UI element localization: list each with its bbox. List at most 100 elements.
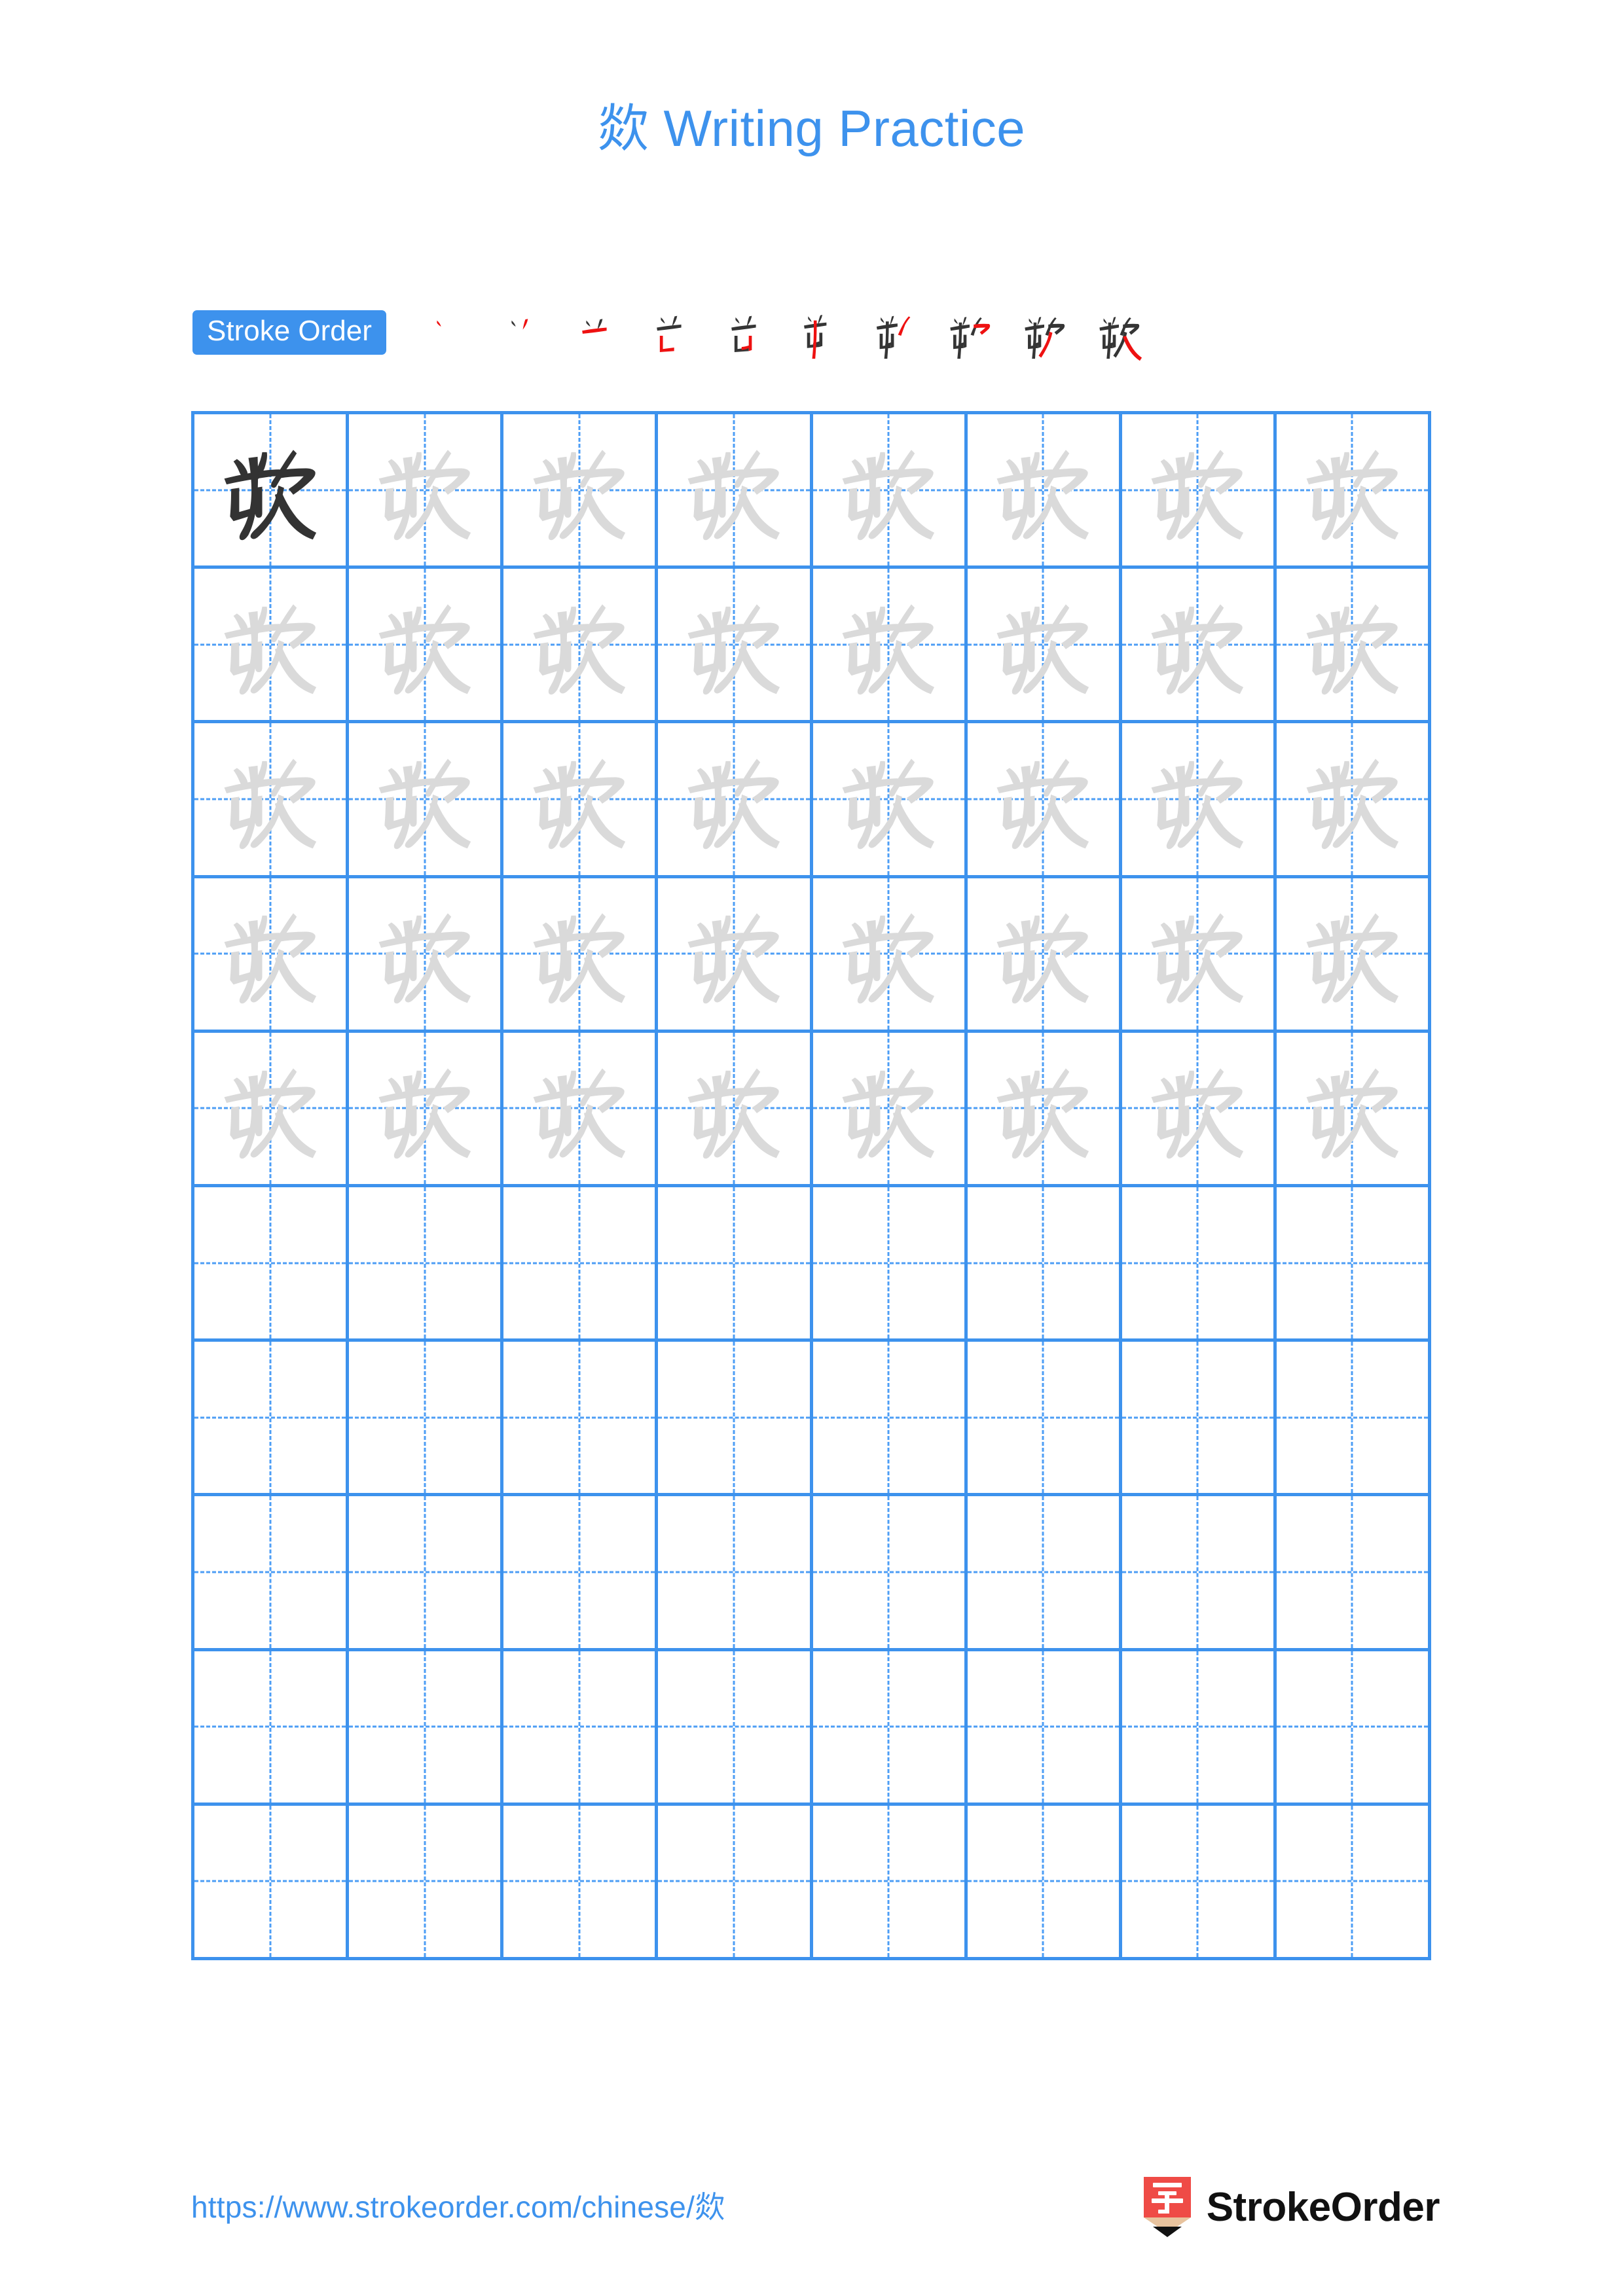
grid-cell-empty[interactable] [968, 1187, 1122, 1339]
grid-cell-trace[interactable] [658, 414, 813, 566]
grid-cell-empty[interactable] [349, 1342, 504, 1494]
character-trace [658, 569, 809, 720]
grid-cell-empty[interactable] [968, 1496, 1122, 1648]
grid-cell-empty[interactable] [503, 1651, 659, 1803]
grid-cell-empty[interactable] [968, 1342, 1122, 1494]
grid-cell-trace[interactable] [658, 878, 813, 1030]
grid-cell-trace[interactable] [1122, 723, 1277, 875]
stroke-step-8 [932, 302, 1007, 363]
brand-logo[interactable]: StrokeOrder [1142, 2172, 1440, 2244]
grid-cell-empty[interactable] [1277, 1187, 1431, 1339]
grid-cell-trace[interactable] [503, 414, 659, 566]
grid-cell-empty[interactable] [349, 1805, 504, 1958]
grid-cell-trace[interactable] [194, 878, 350, 1030]
character-glyph [224, 759, 316, 850]
grid-cell-empty[interactable] [503, 1187, 659, 1339]
grid-cell-trace[interactable] [813, 569, 968, 721]
grid-cell-trace[interactable] [194, 723, 350, 875]
grid-cell-empty[interactable] [813, 1651, 968, 1803]
grid-cell-trace[interactable] [968, 414, 1122, 566]
grid-cell-trace[interactable] [1277, 878, 1431, 1030]
grid-cell-empty[interactable] [503, 1496, 659, 1648]
grid-cell-empty[interactable] [658, 1805, 813, 1958]
grid-cell-trace[interactable] [1122, 1032, 1277, 1185]
grid-cell-trace[interactable] [503, 569, 659, 721]
grid-cell-trace[interactable] [658, 1032, 813, 1185]
character-glyph [687, 1067, 780, 1158]
grid-cell-trace[interactable] [503, 723, 659, 875]
character-glyph [1152, 604, 1244, 695]
grid-cell-trace[interactable] [813, 723, 968, 875]
grid-cell-trace[interactable] [194, 1032, 350, 1185]
grid-cell-empty[interactable] [503, 1805, 659, 1958]
grid-cell-empty[interactable] [1122, 1651, 1277, 1803]
grid-cell-trace[interactable] [503, 878, 659, 1030]
stroke-step-7 [858, 302, 932, 363]
grid-cell-empty[interactable] [1277, 1496, 1431, 1648]
character-glyph [378, 759, 471, 850]
grid-cell-trace[interactable] [349, 1032, 504, 1185]
grid-cell-empty[interactable] [658, 1342, 813, 1494]
grid-cell-empty[interactable] [349, 1651, 504, 1803]
grid-cell-empty[interactable] [194, 1342, 350, 1494]
grid-cell-trace[interactable] [813, 414, 968, 566]
grid-cell-empty[interactable] [1122, 1342, 1277, 1494]
grid-cell-trace[interactable] [1277, 723, 1431, 875]
character-trace [658, 723, 809, 874]
character-trace [1122, 414, 1273, 565]
character-glyph [224, 450, 316, 541]
character-glyph [533, 450, 626, 541]
character-glyph [996, 913, 1089, 1004]
grid-cell-trace[interactable] [349, 414, 504, 566]
stroke-step-9-glyph [1025, 317, 1065, 359]
grid-cell-empty[interactable] [194, 1805, 350, 1958]
grid-cell-empty[interactable] [1277, 1805, 1431, 1958]
grid-cell-trace[interactable] [968, 878, 1122, 1030]
source-url-link[interactable]: https://www.strokeorder.com/chinese/欻 [191, 2183, 725, 2227]
character-trace [194, 569, 346, 720]
grid-cell-trace[interactable] [1122, 569, 1277, 721]
grid-cell-empty[interactable] [813, 1496, 968, 1648]
grid-cell-empty[interactable] [658, 1651, 813, 1803]
grid-cell-trace[interactable] [968, 723, 1122, 875]
grid-cell-empty[interactable] [194, 1496, 350, 1648]
stroke-step-6-glyph [803, 315, 827, 359]
grid-cell-trace[interactable] [1277, 414, 1431, 566]
grid-cell-trace[interactable] [1277, 1032, 1431, 1185]
grid-cell-empty[interactable] [503, 1342, 659, 1494]
grid-cell-trace[interactable] [349, 569, 504, 721]
grid-cell-empty[interactable] [813, 1805, 968, 1958]
grid-cell-trace[interactable] [968, 569, 1122, 721]
grid-cell-trace[interactable] [349, 878, 504, 1030]
grid-cell-empty[interactable] [194, 1651, 350, 1803]
grid-cell-trace[interactable] [813, 1032, 968, 1185]
grid-cell-empty[interactable] [658, 1187, 813, 1339]
character-glyph [224, 604, 316, 695]
grid-cell-empty[interactable] [349, 1187, 504, 1339]
grid-cell-trace[interactable] [658, 569, 813, 721]
grid-cell-trace[interactable] [813, 878, 968, 1030]
grid-cell-trace[interactable] [1122, 878, 1277, 1030]
grid-cell-empty[interactable] [1277, 1342, 1431, 1494]
grid-cell-trace[interactable] [194, 569, 350, 721]
grid-cell-trace[interactable] [658, 723, 813, 875]
grid-cell-empty[interactable] [813, 1187, 968, 1339]
grid-cell-model[interactable] [194, 414, 350, 566]
character-glyph [224, 1067, 316, 1158]
grid-cell-empty[interactable] [658, 1496, 813, 1648]
grid-cell-empty[interactable] [1122, 1805, 1277, 1958]
grid-cell-empty[interactable] [1122, 1187, 1277, 1339]
grid-cell-trace[interactable] [349, 723, 504, 875]
grid-cell-empty[interactable] [813, 1342, 968, 1494]
grid-cell-empty[interactable] [349, 1496, 504, 1648]
grid-cell-empty[interactable] [1122, 1496, 1277, 1648]
grid-cell-empty[interactable] [1277, 1651, 1431, 1803]
character-trace [968, 414, 1119, 565]
grid-cell-trace[interactable] [1122, 414, 1277, 566]
grid-cell-empty[interactable] [968, 1651, 1122, 1803]
grid-cell-empty[interactable] [194, 1187, 350, 1339]
grid-cell-trace[interactable] [1277, 569, 1431, 721]
grid-cell-empty[interactable] [968, 1805, 1122, 1958]
grid-cell-trace[interactable] [503, 1032, 659, 1185]
grid-cell-trace[interactable] [968, 1032, 1122, 1185]
